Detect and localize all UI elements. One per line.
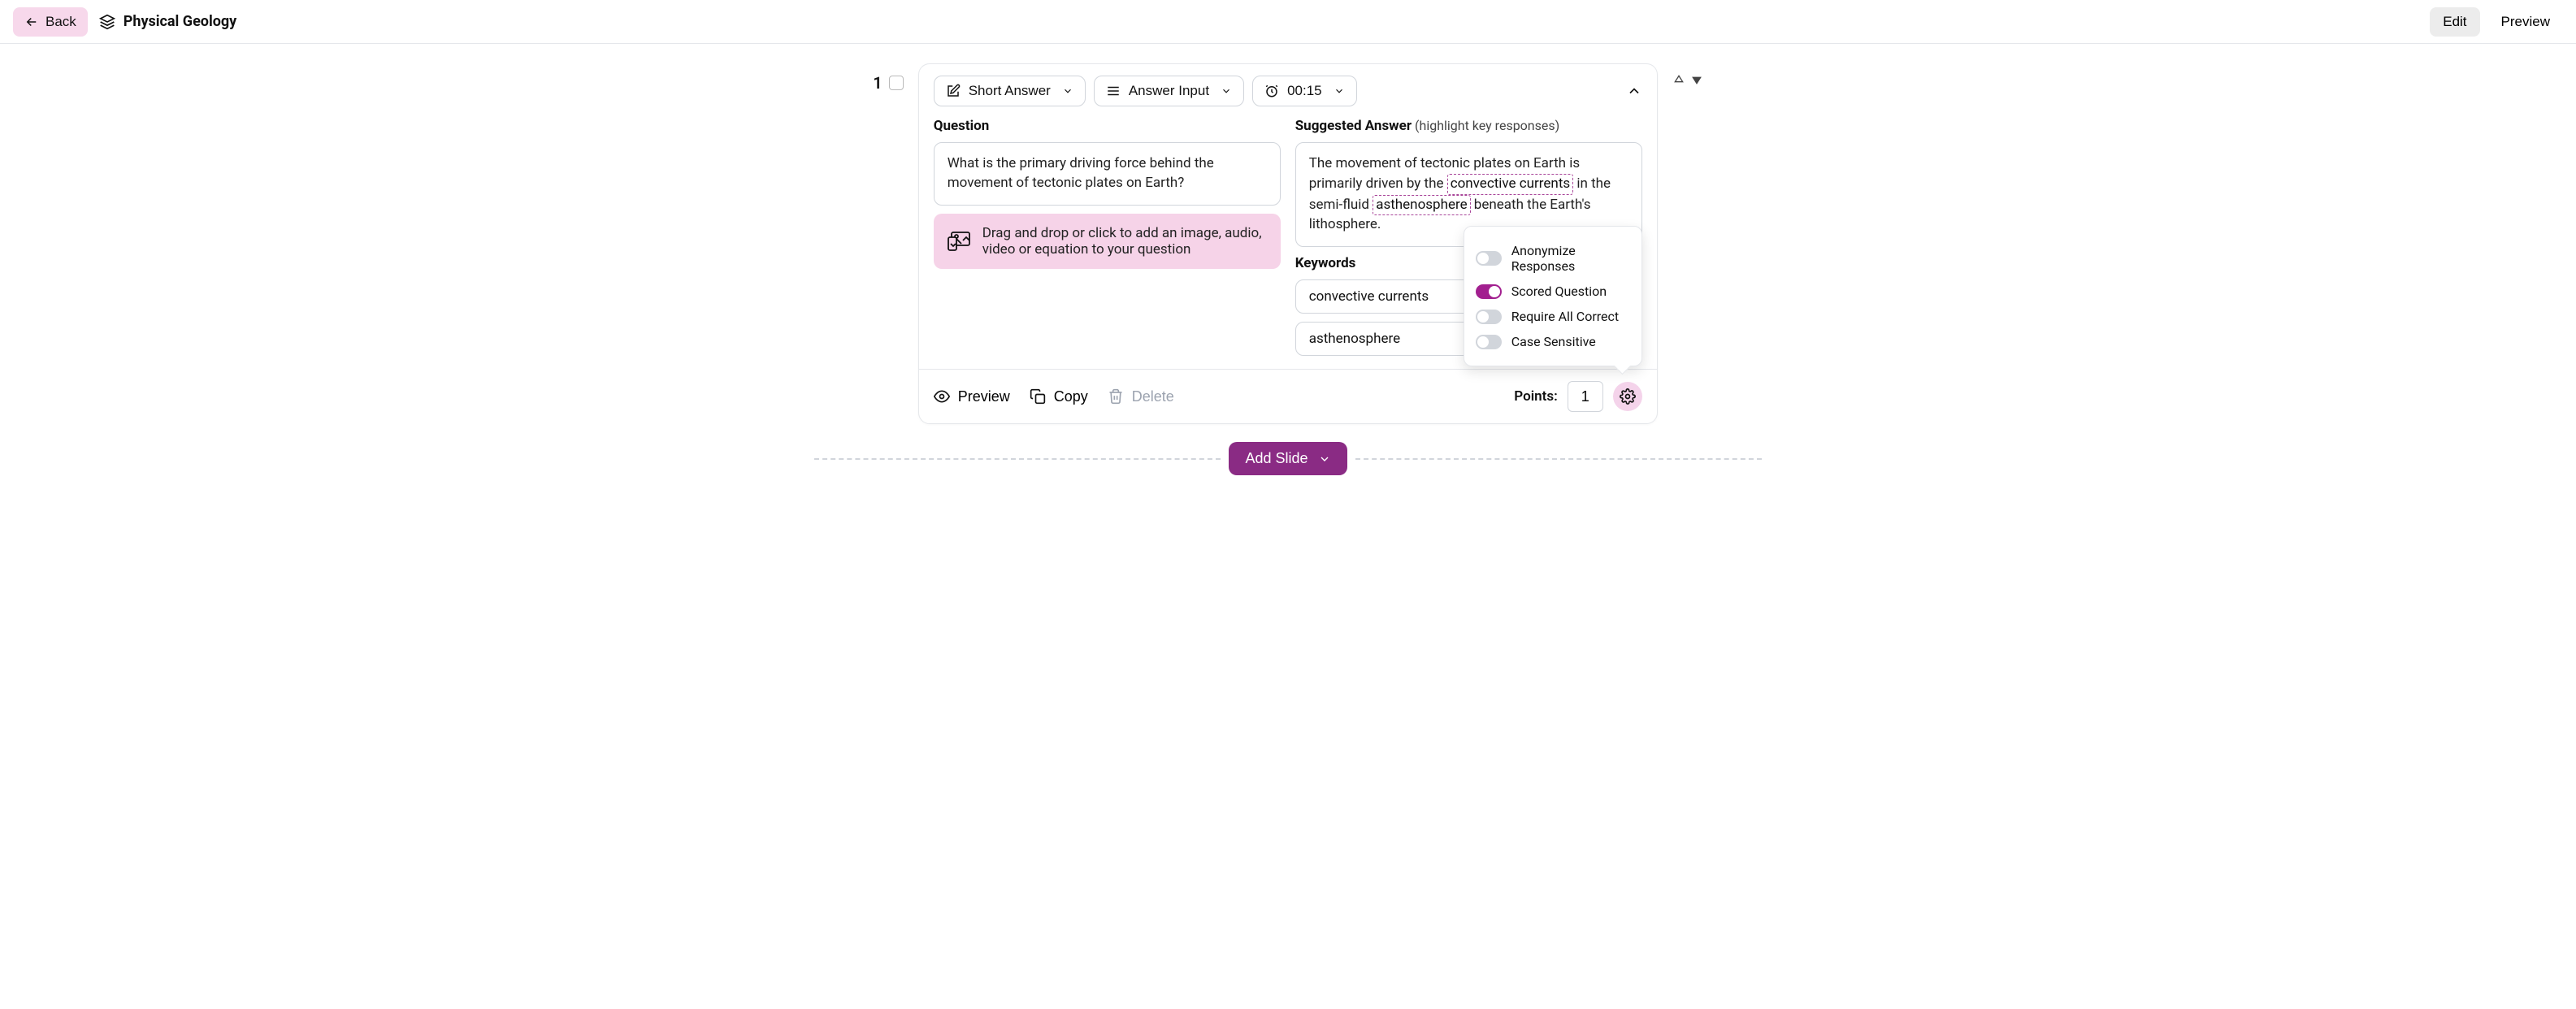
eye-icon — [934, 388, 950, 405]
tab-edit[interactable]: Edit — [2430, 7, 2479, 37]
slide-number: 1 — [873, 73, 882, 93]
tab-preview[interactable]: Preview — [2488, 7, 2563, 37]
settings-button[interactable] — [1613, 382, 1642, 411]
page-title: Physical Geology — [124, 13, 236, 30]
question-card: Short Answer Answer Input — [918, 63, 1658, 424]
slide-number-wrap: 1 — [873, 63, 903, 93]
back-label: Back — [46, 14, 76, 30]
toggle-label: Scored Question — [1511, 284, 1607, 299]
toggle-label: Case Sensitive — [1511, 334, 1596, 349]
toggle-anonymize[interactable]: Anonymize Responses — [1476, 238, 1630, 279]
timer-label: 00:15 — [1287, 83, 1322, 99]
trash-icon — [1108, 388, 1124, 405]
preview-button[interactable]: Preview — [934, 388, 1010, 405]
slide-wrap: 1 Short Answer Answer I — [0, 63, 2576, 424]
move-down-icon[interactable] — [1690, 73, 1703, 86]
question-label: Question — [934, 118, 1281, 134]
clock-icon — [1264, 84, 1279, 98]
answer-note: (highlight key responses) — [1415, 118, 1559, 133]
preview-label: Preview — [958, 388, 1010, 405]
chevron-down-icon — [1334, 85, 1345, 97]
media-dropzone[interactable]: Drag and drop or click to add an image, … — [934, 214, 1281, 269]
card-head-right — [1626, 83, 1642, 99]
footer-right: Points: — [1514, 381, 1641, 412]
points-label: Points: — [1514, 388, 1557, 405]
highlight-2[interactable]: asthenosphere — [1373, 195, 1470, 216]
edit-icon — [946, 84, 961, 98]
toggle-scored[interactable]: Scored Question — [1476, 279, 1630, 304]
answer-label: Suggested Answer — [1295, 118, 1412, 134]
answer-input-label: Answer Input — [1129, 83, 1209, 99]
toggle-switch[interactable] — [1476, 251, 1502, 266]
toggle-label: Require All Correct — [1511, 309, 1619, 324]
question-type-select[interactable]: Short Answer — [934, 76, 1086, 106]
arrow-left-icon — [24, 15, 39, 29]
copy-button[interactable]: Copy — [1030, 388, 1088, 405]
dropzone-text: Drag and drop or click to add an image, … — [982, 225, 1268, 258]
add-slide-button[interactable]: Add Slide — [1229, 442, 1347, 475]
toggle-require-all[interactable]: Require All Correct — [1476, 304, 1630, 329]
settings-popover: Anonymize Responses Scored Question Requ… — [1464, 226, 1642, 366]
copy-icon — [1030, 388, 1046, 405]
toggle-case-sensitive[interactable]: Case Sensitive — [1476, 329, 1630, 354]
chevron-down-icon — [1221, 85, 1232, 97]
question-type-label: Short Answer — [969, 83, 1051, 99]
chevron-down-icon — [1062, 85, 1073, 97]
menu-icon — [1106, 84, 1121, 98]
toggle-label: Anonymize Responses — [1511, 243, 1630, 274]
toggle-switch[interactable] — [1476, 284, 1502, 299]
collapse-icon[interactable] — [1626, 83, 1642, 99]
card-footer: Preview Copy Delete Points: — [919, 369, 1657, 423]
points-input[interactable] — [1568, 381, 1603, 412]
reorder-controls — [1672, 63, 1703, 86]
breadcrumb: Physical Geology — [99, 13, 236, 30]
slide-select-checkbox[interactable] — [889, 76, 904, 90]
question-col: Question What is the primary driving for… — [934, 118, 1281, 356]
toggle-switch[interactable] — [1476, 335, 1502, 349]
answer-input-select[interactable]: Answer Input — [1094, 76, 1244, 106]
topbar-left: Back Physical Geology — [13, 7, 236, 37]
toggle-switch[interactable] — [1476, 310, 1502, 324]
topbar-right: Edit Preview — [2430, 7, 2563, 37]
back-button[interactable]: Back — [13, 7, 88, 37]
timer-select[interactable]: 00:15 — [1252, 76, 1357, 106]
add-slide-row: Add Slide — [0, 442, 2576, 475]
move-up-icon[interactable] — [1672, 73, 1685, 86]
topbar: Back Physical Geology Edit Preview — [0, 0, 2576, 44]
chevron-down-icon — [1318, 453, 1331, 466]
highlight-1[interactable]: convective currents — [1447, 174, 1573, 195]
canvas: 1 Short Answer Answer I — [0, 44, 2576, 524]
gear-icon — [1620, 388, 1636, 405]
add-slide-label: Add Slide — [1245, 450, 1308, 467]
answer-label-wrap: Suggested Answer (highlight key response… — [1295, 118, 1642, 134]
media-icon — [947, 231, 971, 252]
question-input[interactable]: What is the primary driving force behind… — [934, 142, 1281, 206]
delete-button[interactable]: Delete — [1108, 388, 1174, 405]
copy-label: Copy — [1054, 388, 1088, 405]
delete-label: Delete — [1132, 388, 1174, 405]
card-head: Short Answer Answer Input — [919, 64, 1657, 118]
layers-icon — [99, 14, 115, 30]
